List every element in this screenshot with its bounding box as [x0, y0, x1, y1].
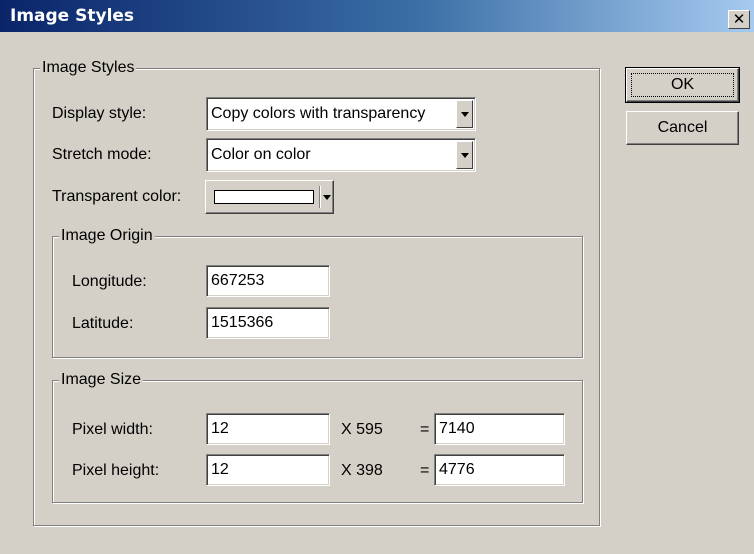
display-style-dropdown-button[interactable] [456, 100, 473, 128]
pixel-height-result-value: 4776 [439, 461, 475, 478]
pixel-width-label: Pixel width: [72, 421, 153, 438]
stretch-mode-label: Stretch mode: [52, 146, 152, 163]
stretch-mode-value: Color on color [211, 146, 311, 163]
focus-indicator [631, 73, 734, 97]
latitude-value: 1515366 [211, 314, 274, 331]
pixel-width-value: 12 [211, 420, 229, 437]
pixel-height-label: Pixel height: [72, 462, 160, 479]
image-origin-group: Image Origin [52, 226, 583, 358]
image-styles-dialog: Image Styles ✕ Image Styles Display styl… [0, 0, 754, 554]
pixel-width-result-value: 7140 [439, 420, 475, 437]
close-icon: ✕ [732, 11, 746, 28]
ok-button[interactable]: OK [625, 67, 740, 103]
longitude-input[interactable]: 667253 [206, 265, 330, 297]
cancel-button[interactable]: Cancel [626, 111, 739, 145]
display-style-value: Copy colors with transparency [211, 105, 426, 122]
pixel-height-result[interactable]: 4776 [434, 454, 565, 486]
display-style-combo[interactable]: Copy colors with transparency [206, 97, 476, 131]
pixel-width-multiplier: X 595 [341, 421, 383, 438]
title-bar: Image Styles ✕ [0, 0, 754, 32]
pixel-width-result[interactable]: 7140 [434, 413, 565, 445]
stretch-mode-dropdown-button[interactable] [456, 141, 473, 169]
image-size-group-label: Image Size [59, 370, 144, 390]
transparent-color-label: Transparent color: [52, 188, 182, 205]
window-title: Image Styles [10, 6, 135, 26]
image-styles-group-label: Image Styles [40, 58, 137, 78]
chevron-down-icon [460, 111, 469, 117]
pixel-height-equals: = [420, 462, 430, 479]
latitude-label: Latitude: [72, 315, 134, 332]
close-button[interactable]: ✕ [728, 10, 750, 29]
pixel-height-value: 12 [211, 461, 229, 478]
image-origin-group-label: Image Origin [59, 226, 155, 246]
chevron-down-icon[interactable] [323, 195, 331, 200]
pixel-height-multiplier: X 398 [341, 462, 383, 479]
transparent-color-picker[interactable] [205, 180, 334, 214]
color-picker-divider [319, 186, 321, 208]
cancel-button-label: Cancel [657, 119, 708, 136]
longitude-value: 667253 [211, 272, 265, 289]
pixel-width-input[interactable]: 12 [206, 413, 330, 445]
pixel-width-equals: = [420, 421, 430, 438]
latitude-input[interactable]: 1515366 [206, 307, 330, 339]
longitude-label: Longitude: [72, 273, 147, 290]
color-swatch [214, 190, 314, 204]
chevron-down-icon [460, 152, 469, 158]
stretch-mode-combo[interactable]: Color on color [206, 138, 476, 172]
pixel-height-input[interactable]: 12 [206, 454, 330, 486]
display-style-label: Display style: [52, 105, 147, 122]
